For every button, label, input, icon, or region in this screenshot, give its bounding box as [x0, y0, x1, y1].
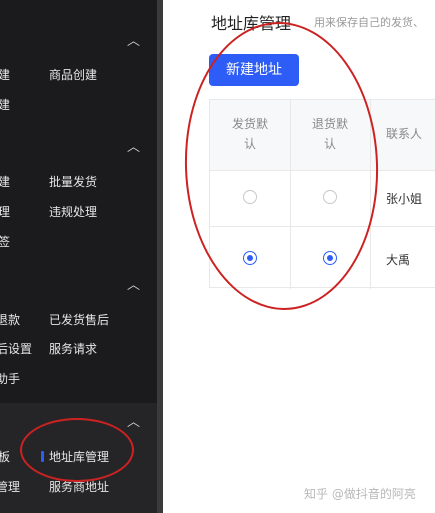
sidebar-item-provider-address[interactable]: 服务商地址	[49, 480, 109, 494]
sidebar-item-aftersale-settings[interactable]: 后设置	[0, 342, 32, 356]
sidebar-item-assistant[interactable]: 助手	[0, 372, 20, 386]
sidebar-item-batch-ship[interactable]: 批量发货	[49, 175, 97, 189]
sidebar-item-service-request[interactable]: 服务请求	[49, 342, 97, 356]
sidebar-item[interactable]: 建	[0, 68, 10, 82]
sidebar-item[interactable]: 板	[0, 450, 10, 464]
sidebar-item[interactable]: 建	[0, 175, 10, 189]
sidebar-item[interactable]: 理	[0, 205, 10, 219]
page-subtitle: 用来保存自己的发货、	[314, 16, 424, 29]
column-header-contact: 联系人	[386, 127, 423, 141]
chevron-up-icon[interactable]: ︿	[127, 416, 140, 429]
sidebar-item-violation[interactable]: 违规处理	[49, 205, 97, 219]
contact-name: 张小姐	[386, 192, 423, 206]
chevron-up-icon[interactable]: ︿	[127, 35, 140, 48]
sidebar-item-shipped-aftersale[interactable]: 已发货售后	[49, 313, 109, 327]
chevron-up-icon[interactable]: ︿	[127, 279, 140, 292]
chevron-up-icon[interactable]: ︿	[127, 141, 140, 154]
contact-name: 大禹	[386, 253, 411, 267]
sidebar-item-product-create[interactable]: 商品创建	[49, 68, 97, 82]
sidebar-item-refund[interactable]: 退款	[0, 313, 20, 327]
watermark: 知乎 @做抖音的阿亮	[304, 487, 416, 501]
sidebar-item[interactable]: 建	[0, 98, 10, 112]
sidebar-item-manage[interactable]: 管理	[0, 480, 20, 494]
annotation-circle-sidebar	[20, 418, 134, 482]
sidebar-item[interactable]: 签	[0, 235, 10, 249]
